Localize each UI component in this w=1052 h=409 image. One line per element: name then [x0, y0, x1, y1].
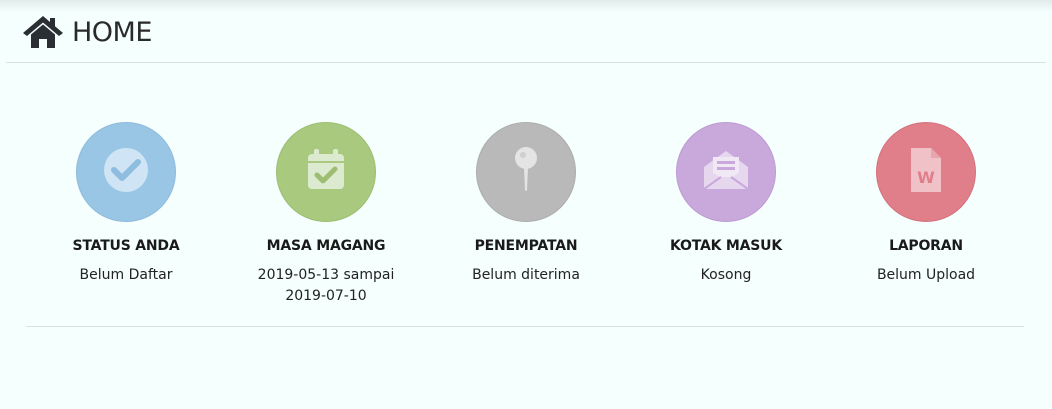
penempatan-title: PENEMPATAN	[474, 238, 578, 254]
laporan-circle: W	[876, 122, 976, 222]
word-file-icon: W	[901, 145, 951, 199]
page-title: HOME	[72, 16, 152, 48]
top-shadow	[0, 0, 1052, 12]
penempatan-value: Belum diterima	[472, 267, 580, 283]
home-page: HOME STATUS ANDA Belum Daftar MASA MAGAN…	[0, 0, 1052, 409]
calendar-check-icon	[301, 145, 351, 199]
header-divider	[6, 62, 1046, 63]
kotak-masuk-title: KOTAK MASUK	[669, 238, 782, 254]
status-value: Belum Daftar	[79, 267, 173, 283]
kotak-masuk-value: Kosong	[700, 267, 752, 283]
envelope-open-icon	[701, 145, 751, 199]
laporan-card[interactable]: W LAPORAN Belum Upload	[826, 122, 1026, 286]
page-header: HOME	[22, 12, 152, 52]
svg-text:W: W	[917, 168, 935, 187]
masa-magang-title: MASA MAGANG	[266, 238, 386, 254]
kotak-masuk-card[interactable]: KOTAK MASUK Kosong	[626, 122, 826, 286]
penempatan-circle	[476, 122, 576, 222]
masa-magang-value: 2019-05-13 sampai 2019-07-10	[257, 267, 395, 304]
map-pin-icon	[501, 145, 551, 199]
laporan-value: Belum Upload	[876, 267, 976, 283]
masa-magang-card[interactable]: MASA MAGANG 2019-05-13 sampai 2019-07-10	[226, 122, 426, 307]
home-icon	[22, 14, 64, 50]
cards-divider	[26, 326, 1024, 327]
check-circle-icon	[101, 145, 151, 199]
status-card[interactable]: STATUS ANDA Belum Daftar	[26, 122, 226, 286]
laporan-title: LAPORAN	[889, 238, 963, 254]
status-circle	[76, 122, 176, 222]
masa-magang-circle	[276, 122, 376, 222]
kotak-masuk-circle	[676, 122, 776, 222]
penempatan-card[interactable]: PENEMPATAN Belum diterima	[426, 122, 626, 286]
status-title: STATUS ANDA	[72, 238, 180, 254]
